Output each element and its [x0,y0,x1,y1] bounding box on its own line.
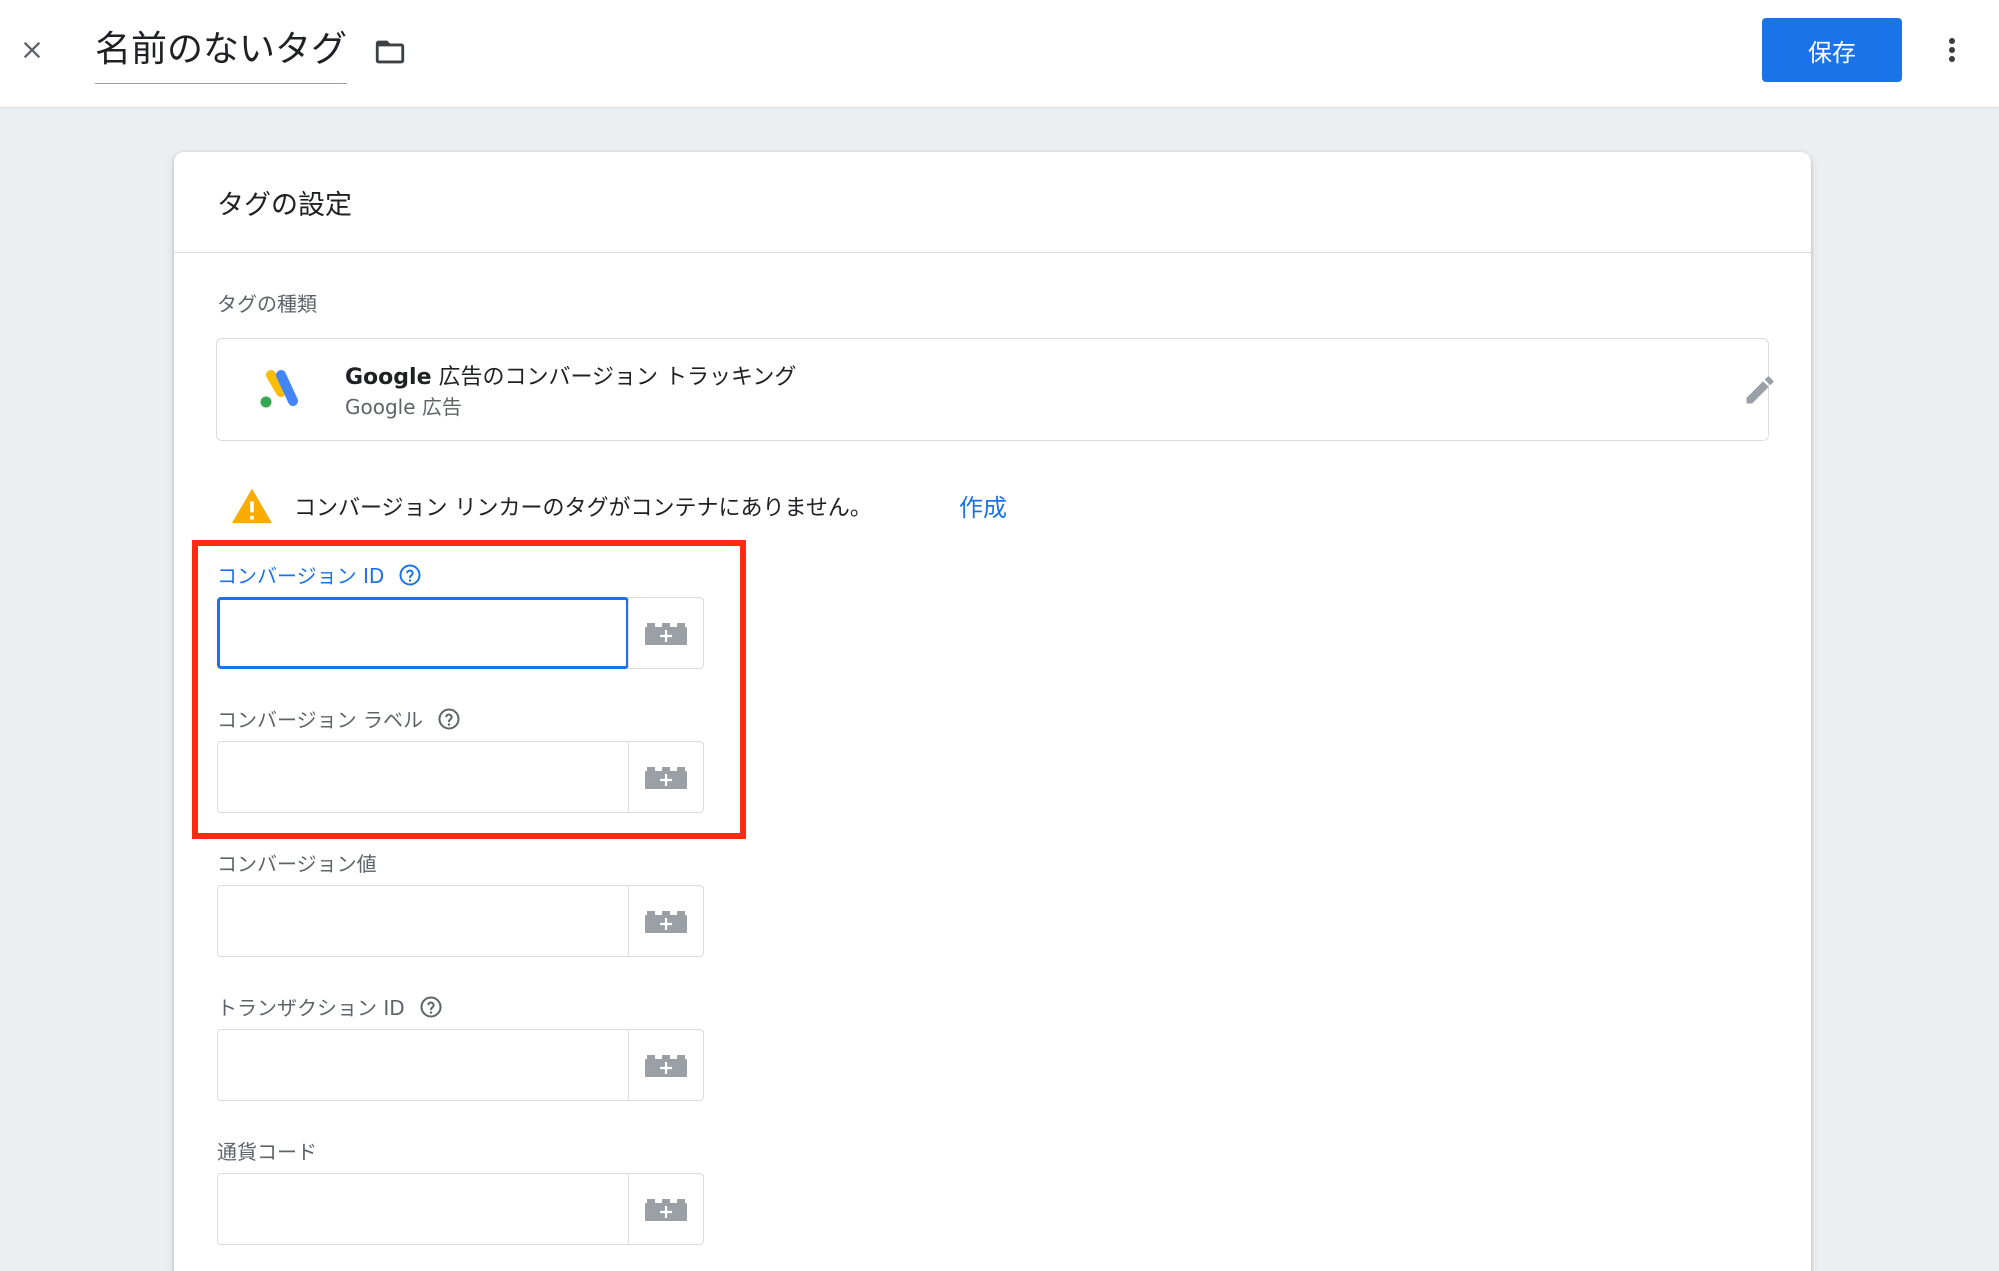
card-header: タグの設定 [174,152,1811,253]
more-vert-icon [1949,38,1955,62]
help-icon[interactable] [419,995,443,1019]
conversion-value-label: コンバージョン値 [217,848,377,877]
card-title: タグの設定 [217,189,352,221]
conversion-value-group [217,885,704,957]
warning-icon [232,488,272,524]
conversion-id-label-text: コンバージョン ID [217,564,385,588]
folder-button[interactable] [368,32,412,72]
conversion-label-label: コンバージョン ラベル [217,704,461,733]
conversion-label-group [217,741,704,813]
conversion-label-label-text: コンバージョン ラベル [217,708,423,732]
insert-variable-button[interactable] [628,1029,704,1101]
insert-variable-button[interactable] [628,885,704,957]
currency-code-label: 通貨コード [217,1136,317,1165]
insert-variable-button[interactable] [628,597,704,669]
tag-config-card: タグの設定 タグの種類 Google 広告のコンバージョン トラッキング Goo… [174,152,1811,1271]
conversion-id-group [217,597,704,669]
variable-brick-icon [645,623,687,645]
currency-code-input[interactable] [217,1173,629,1245]
tag-type-name: Google 広告のコンバージョン トラッキング [345,359,796,391]
conversion-label-input[interactable] [217,741,629,813]
tag-type-brand: Google [345,365,432,390]
variable-brick-icon [645,1199,687,1221]
close-icon [23,41,41,59]
conversion-id-label: コンバージョン ID [217,560,422,589]
help-icon[interactable] [398,563,422,587]
variable-brick-icon [645,1055,687,1077]
create-linker-link[interactable]: 作成 [959,488,1007,523]
pencil-icon [1746,376,1774,404]
tag-type-selector[interactable]: Google 広告のコンバージョン トラッキング Google 広告 [216,338,1774,441]
transaction-id-group [217,1029,704,1101]
conversion-value-input[interactable] [217,885,629,957]
google-ads-logo-icon [260,370,298,408]
more-options-button[interactable] [1930,26,1974,74]
edit-button[interactable] [1739,369,1781,411]
tag-type-title: 広告のコンバージョン トラッキング [431,365,797,390]
currency-code-group [217,1173,704,1245]
currency-code-label-text: 通貨コード [217,1140,317,1164]
warning-text: コンバージョン リンカーのタグがコンテナにありません。 [294,496,872,521]
conversion-value-label-text: コンバージョン値 [217,852,377,876]
tag-type-category: Google 広告 [345,395,462,419]
transaction-id-input[interactable] [217,1029,629,1101]
tag-name: 名前のないタグ [95,29,348,70]
help-icon[interactable] [437,707,461,731]
tag-name-field[interactable]: 名前のないタグ [95,22,347,84]
close-button[interactable] [10,28,54,72]
save-button[interactable]: 保存 [1762,18,1902,82]
conversion-id-input[interactable] [217,597,629,669]
variable-brick-icon [645,911,687,933]
top-bar: 名前のないタグ 保存 [0,0,1999,108]
insert-variable-button[interactable] [628,741,704,813]
insert-variable-button[interactable] [628,1173,704,1245]
variable-brick-icon [645,767,687,789]
tag-type-label: タグの種類 [217,292,317,316]
transaction-id-label: トランザクション ID [217,992,443,1021]
folder-icon [375,40,405,64]
transaction-id-label-text: トランザクション ID [217,996,405,1020]
